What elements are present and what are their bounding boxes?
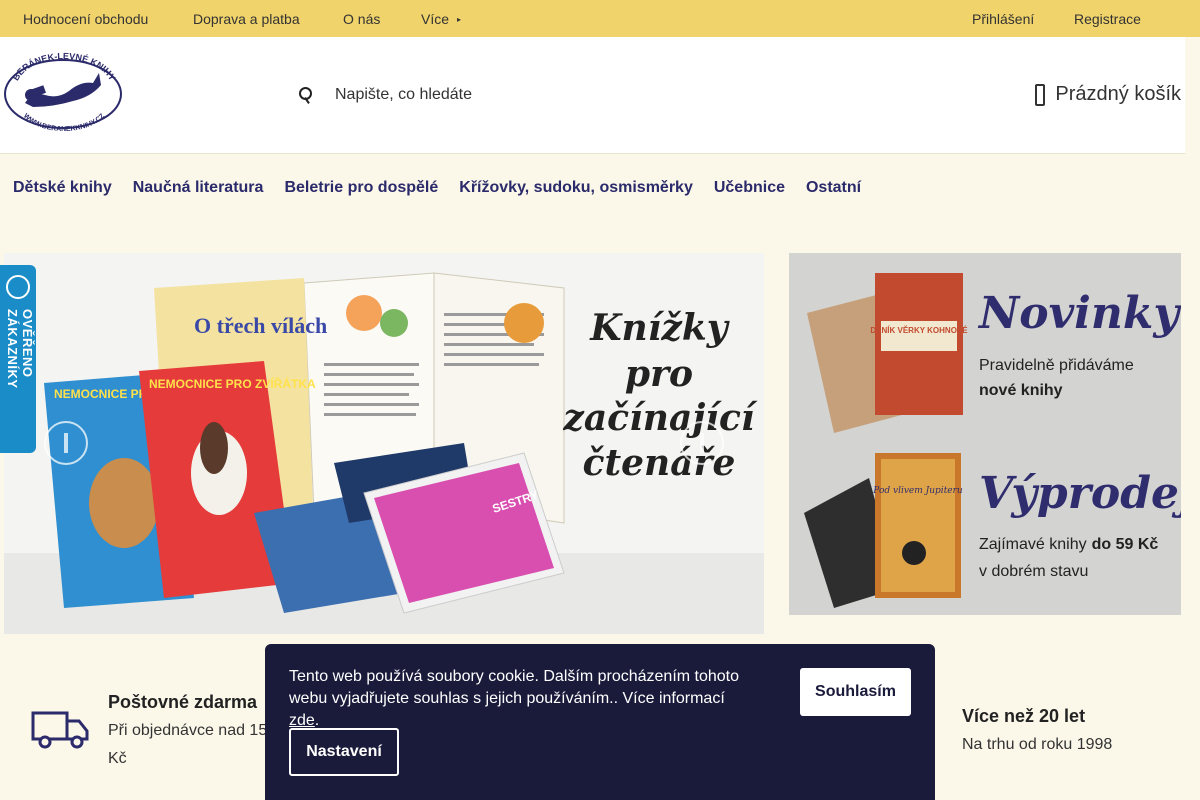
svg-text:Knížky: Knížky [589, 307, 730, 349]
feature-text-line: Při objednávce nad 15 [108, 722, 268, 739]
link-vice[interactable]: Více ▸ [421, 11, 461, 27]
feature-text-line: Kč [108, 750, 127, 767]
site-logo[interactable]: BERÁNEK-LEVNÉ KNIHY WWW.BERANEKKNIHY.CZ [3, 51, 125, 133]
link-o-nas[interactable]: O nás [343, 11, 380, 27]
cookie-message-end: . [314, 712, 320, 729]
promo-banner[interactable]: DENÍK VĚRKY KOHNOVÉ Novinky Pravidelně p… [789, 253, 1181, 615]
promo-banner-image: DENÍK VĚRKY KOHNOVÉ Novinky Pravidelně p… [789, 253, 1181, 615]
cookie-settings-button[interactable]: Nastavení [289, 728, 399, 776]
svg-text:nové knihy: nové knihy [979, 382, 1063, 399]
login-link[interactable]: Přihlášení [972, 11, 1034, 27]
svg-text:Výprodej: Výprodej [979, 468, 1181, 519]
category-ucebnice[interactable]: Učebnice [714, 179, 785, 197]
cookie-agree-button[interactable]: Souhlasím [800, 668, 911, 716]
svg-text:čtenáře: čtenáře [583, 442, 736, 484]
category-ostatni[interactable]: Ostatní [806, 179, 861, 197]
register-link[interactable]: Registrace [1074, 11, 1141, 27]
svg-text:DENÍK VĚRKY KOHNOVÉ: DENÍK VĚRKY KOHNOVÉ [870, 326, 968, 335]
overeno-logo-icon [6, 275, 30, 299]
cookie-more-info-link[interactable]: zde [289, 712, 315, 729]
svg-text:začínající: začínající [562, 397, 757, 439]
logo-graphic: BERÁNEK-LEVNÉ KNIHY WWW.BERANEKKNIHY.CZ [4, 51, 122, 133]
top-bar: Hodnocení obchodu Doprava a platba O nás… [0, 0, 1200, 37]
svg-text:NEMOCNICE PRO ZVÍŘÁTKA: NEMOCNICE PRO ZVÍŘÁTKA [149, 376, 316, 391]
link-vice-label: Více [421, 11, 450, 27]
cookie-message: Tento web používá soubory cookie. Dalším… [289, 666, 759, 732]
cart-label: Prázdný košík [1055, 83, 1181, 105]
svg-text:Zajímavé knihydo 59 Kč: Zajímavé knihy do 59 Kč [979, 536, 1158, 553]
svg-text:Novinky: Novinky [977, 288, 1181, 339]
link-doprava[interactable]: Doprava a platba [193, 11, 300, 27]
cart-icon [1035, 83, 1046, 106]
link-hodnoceni[interactable]: Hodnocení obchodu [23, 11, 148, 27]
hero-slider[interactable]: O třech vílách NEMOCNICE PRO ZVÍŘÁTA NEM… [4, 253, 764, 634]
category-nav: Dětské knihy Naučná literatura Beletrie … [13, 179, 882, 197]
truck-icon [31, 711, 89, 749]
overeno-zakazniky-badge[interactable]: OVĚŘENO ZÁKAZNÍKY [0, 265, 36, 453]
svg-text:Pod vlivem Jupiteru: Pod vlivem Jupiteru [872, 486, 963, 496]
feature-text-20-let: Na trhu od roku 1998 [962, 736, 1113, 753]
svg-text:pro: pro [625, 353, 693, 395]
svg-text:O třech vílách: O třech vílách [194, 313, 327, 338]
badge-label: OVĚŘENO ZÁKAZNÍKY [5, 309, 35, 389]
category-krizovky[interactable]: Křížovky, sudoku, osmisměrky [459, 179, 693, 197]
cart-button[interactable]: Prázdný košík [1035, 83, 1181, 106]
feature-title-20-let: Více než 20 let [962, 706, 1086, 726]
hero-slide-image: O třech vílách NEMOCNICE PRO ZVÍŘÁTA NEM… [4, 253, 764, 634]
svg-text:Pravidelně přidáváme: Pravidelně přidáváme [979, 357, 1134, 374]
search-bar[interactable]: Napište, co hledáte [297, 82, 472, 108]
cookie-banner: Tento web používá soubory cookie. Dalším… [265, 644, 935, 800]
cookie-message-text: Tento web používá soubory cookie. Dalším… [289, 668, 740, 707]
search-input[interactable]: Napište, co hledáte [335, 86, 472, 104]
chevron-down-icon: ▸ [457, 15, 462, 24]
svg-text:v dobrém stavu: v dobrém stavu [979, 563, 1088, 580]
search-icon[interactable] [297, 86, 312, 104]
site-header: BERÁNEK-LEVNÉ KNIHY WWW.BERANEKKNIHY.CZ … [0, 37, 1185, 154]
feature-text-postovne: Při objednávce nad 15 Kč [108, 717, 267, 773]
category-beletrie[interactable]: Beletrie pro dospělé [284, 179, 438, 197]
feature-title-postovne: Poštovné zdarma [108, 692, 258, 712]
category-naucna-literatura[interactable]: Naučná literatura [133, 179, 264, 197]
category-detske-knihy[interactable]: Dětské knihy [13, 179, 112, 197]
